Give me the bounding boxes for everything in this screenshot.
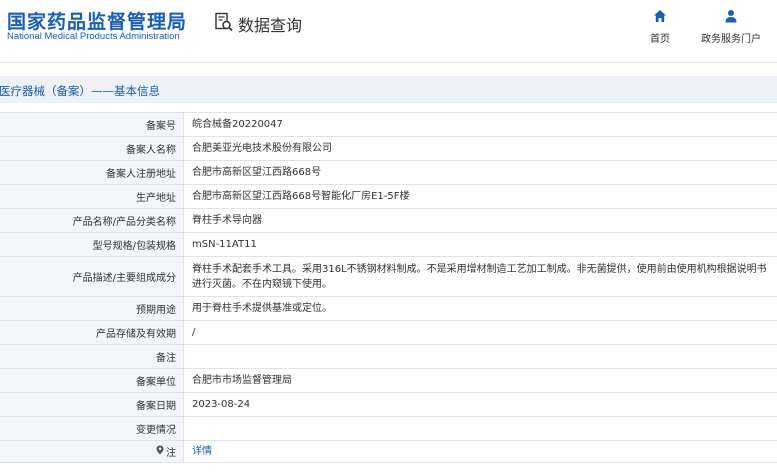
- row-label: 备案单位: [0, 369, 184, 392]
- table-row: 备案单位 合肥市市场监督管理局: [0, 369, 777, 393]
- details-link[interactable]: 详情: [192, 444, 212, 459]
- table-row: 注 详情: [0, 441, 777, 463]
- table-row: 产品名称/产品分类名称 脊柱手术导向器: [0, 209, 777, 233]
- row-label: 产品描述/主要组成成分: [0, 257, 184, 296]
- section-title-bar: 医疗器械（备案）——基本信息: [0, 76, 777, 103]
- nav-service-portal-label: 政务服务门户: [701, 34, 761, 45]
- location-pin-icon: [156, 445, 164, 458]
- row-value: 脊柱手术导向器: [192, 215, 262, 226]
- row-value: 皖合械备20220047: [192, 119, 283, 130]
- row-value: mSN-11AT11: [192, 239, 257, 250]
- row-label: 产品存储及有效期: [0, 321, 184, 344]
- table-row: 变更情况: [0, 417, 777, 441]
- row-value: 合肥市高新区望江西路668号智能化厂房E1-5F楼: [192, 191, 410, 202]
- table-row: 预期用途 用于脊柱手术提供基准或定位。: [0, 297, 777, 321]
- data-query-label: 数据查询: [238, 16, 303, 35]
- logo-title[interactable]: 国家药品监督管理局: [7, 7, 187, 34]
- table-row: 型号规格/包装规格 mSN-11AT11: [0, 233, 777, 257]
- row-value: 脊柱手术配套手术工具。采用316L不锈钢材料制成。不是采用增材制造工艺加工制成。…: [192, 263, 767, 290]
- nav-home-label: 首页: [650, 34, 670, 45]
- row-value: [184, 417, 777, 440]
- row-value: /: [192, 327, 196, 338]
- table-row: 备注: [0, 345, 777, 369]
- table-row: 备案号 皖合械备20220047: [0, 113, 777, 137]
- row-value: 2023-08-24: [192, 399, 251, 410]
- row-label: 备注: [0, 345, 184, 368]
- note-label: 注: [166, 448, 176, 459]
- data-query-link[interactable]: 数据查询: [214, 12, 302, 36]
- nav-home[interactable]: 首页: [650, 8, 670, 45]
- row-label: 型号规格/包装规格: [0, 233, 184, 256]
- row-label: 备案号: [0, 113, 184, 136]
- header-divider: [0, 62, 777, 63]
- row-value: 详情: [184, 441, 777, 462]
- table-row: 备案日期 2023-08-24: [0, 393, 777, 417]
- home-icon: [653, 8, 667, 27]
- table-row: 产品存储及有效期 /: [0, 321, 777, 345]
- row-label: 预期用途: [0, 297, 184, 320]
- nav-service-portal[interactable]: 政务服务门户: [701, 8, 761, 45]
- row-value: 用于脊柱手术提供基准或定位。: [192, 303, 332, 314]
- table-row: 备案人注册地址 合肥市高新区望江西路668号: [0, 161, 777, 185]
- info-table: 备案号 皖合械备20220047 备案人名称 合肥美亚光电技术股份有限公司 备案…: [0, 112, 777, 463]
- user-icon: [724, 8, 738, 27]
- row-value: 合肥美亚光电技术股份有限公司: [192, 143, 332, 154]
- page-title: 医疗器械（备案）——基本信息: [0, 84, 160, 98]
- row-value: [184, 345, 777, 368]
- row-value: 合肥市市场监督管理局: [192, 375, 292, 386]
- row-label: 生产地址: [0, 185, 184, 208]
- row-label: 备案人注册地址: [0, 161, 184, 184]
- row-label: 产品名称/产品分类名称: [0, 209, 184, 232]
- search-document-icon: [214, 12, 234, 36]
- row-label: 备案人名称: [0, 137, 184, 160]
- row-value: 合肥市高新区望江西路668号: [192, 167, 322, 178]
- logo-subtitle: National Medical Products Administration: [7, 31, 180, 42]
- row-label: 注: [0, 441, 184, 462]
- row-label: 变更情况: [0, 417, 184, 440]
- site-header: 国家药品监督管理局 National Medical Products Admi…: [0, 0, 777, 62]
- table-row: 产品描述/主要组成成分 脊柱手术配套手术工具。采用316L不锈钢材料制成。不是采…: [0, 257, 777, 297]
- table-row: 备案人名称 合肥美亚光电技术股份有限公司: [0, 137, 777, 161]
- table-row: 生产地址 合肥市高新区望江西路668号智能化厂房E1-5F楼: [0, 185, 777, 209]
- row-label: 备案日期: [0, 393, 184, 416]
